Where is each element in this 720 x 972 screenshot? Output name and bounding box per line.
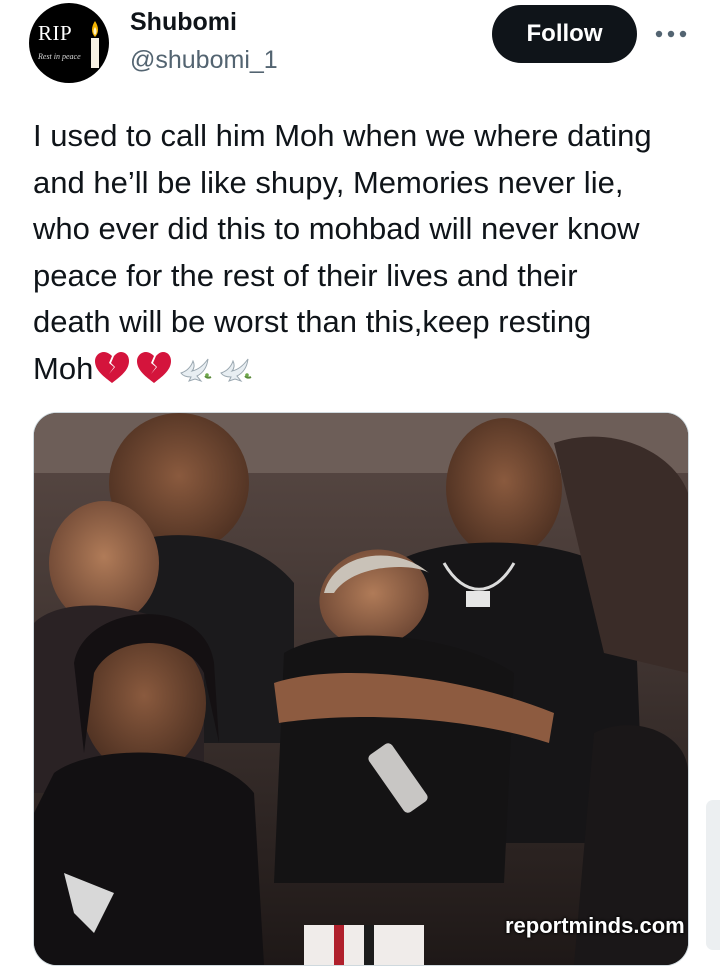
tweet-media-photo[interactable] [33, 412, 689, 966]
media-watermark: reportminds.com [505, 913, 685, 938]
tweet-body: I used to call him Moh when we where dat… [33, 118, 652, 386]
scrollbar[interactable] [706, 800, 720, 950]
follow-button[interactable]: Follow [492, 5, 637, 63]
dove-icon [180, 358, 212, 382]
dove-icon [220, 358, 252, 382]
candle-icon [91, 21, 99, 68]
broken-heart-icon [137, 351, 172, 383]
broken-heart-icon [95, 351, 130, 383]
user-handle[interactable]: @shubomi_1 [130, 46, 278, 75]
avatar[interactable]: RIP Rest in peace [29, 3, 109, 83]
tweet-header: RIP Rest in peace Shubomi @shubomi_1 Fol… [0, 0, 720, 100]
tweet-text: I used to call him Moh when we where dat… [33, 113, 703, 392]
avatar-subtext: Rest in peace [38, 52, 81, 61]
display-name[interactable]: Shubomi [130, 8, 237, 37]
more-horizontal-icon[interactable] [651, 24, 691, 44]
photo-illustration [34, 413, 688, 965]
avatar-rip-text: RIP [38, 21, 73, 45]
